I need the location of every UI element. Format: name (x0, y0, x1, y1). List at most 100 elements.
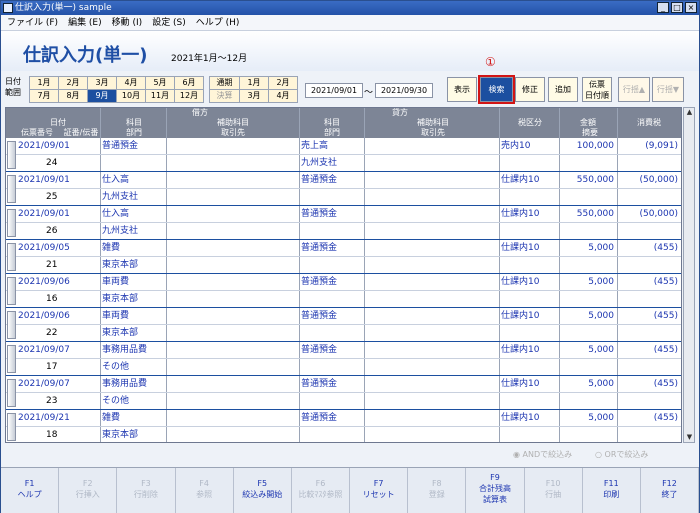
cell-credit-subject: 普通預金 (301, 243, 338, 253)
cell-tax-class: 仕課内10 (501, 175, 540, 185)
table-row[interactable]: 2021/09/06 22 車両費 東京本部 普通預金 仕課内10 5,000 (455) (6, 308, 681, 342)
row-selector[interactable] (7, 175, 16, 203)
quarter-4[interactable]: 4月 (269, 90, 298, 103)
month-3[interactable]: 3月 (88, 77, 117, 90)
cell-date: 2021/09/07 (18, 345, 70, 355)
row-selector[interactable] (7, 311, 16, 339)
scroll-down-icon[interactable]: ▼ (685, 433, 694, 442)
cell-amount: 550,000 (576, 175, 614, 185)
header-debit-aux: 補助科目 (217, 118, 249, 127)
cell-credit-subject: 普通預金 (301, 311, 338, 321)
fkey-f9[interactable]: F9 合計残高 試算表 (466, 468, 525, 513)
month-6[interactable]: 6月 (175, 77, 204, 90)
search-button[interactable]: 検索 (478, 75, 515, 104)
slip-date-order-button[interactable]: 伝票 日付順 (582, 77, 612, 102)
and-filter-radio: ◉ ANDで絞込み (513, 450, 573, 459)
month-8[interactable]: 8月 (59, 90, 88, 103)
month-12[interactable]: 12月 (175, 90, 204, 103)
cell-date: 2021/09/05 (18, 243, 70, 253)
table-header: 借方 貸方 日付 伝票番号 証番/伝番 科目 補助科目 部門 取引先 科目 補助… (6, 108, 681, 138)
menu-settings[interactable]: 設定 (S) (152, 15, 186, 30)
cell-amount: 5,000 (588, 345, 614, 355)
cell-credit-subject: 売上高 (301, 141, 329, 151)
fkey-f2: F2 行挿入 (59, 468, 118, 513)
cell-date: 2021/09/06 (18, 277, 70, 287)
close-icon[interactable]: × (685, 2, 697, 13)
month-1[interactable]: 1月 (30, 77, 59, 90)
cell-credit-subject: 普通預金 (301, 175, 338, 185)
modify-button[interactable]: 修正 (515, 77, 545, 102)
table-row[interactable]: 2021/09/01 25 仕入高 九州支社 普通預金 仕課内10 550,000 (50,0… (6, 172, 681, 206)
cell-debit-subject: 車両費 (102, 277, 130, 287)
table-row[interactable]: 2021/09/07 23 事務用品費 その他 普通預金 仕課内10 5,000 (455) (6, 376, 681, 410)
fkey-f11[interactable]: F11 印刷 (583, 468, 641, 513)
cell-tax-class: 売内10 (501, 141, 531, 151)
cell-date: 2021/09/21 (18, 413, 70, 423)
cell-date: 2021/09/06 (18, 311, 70, 321)
fkey-f5[interactable]: F5 絞込み開始 (234, 468, 292, 513)
table-row[interactable]: 2021/09/01 26 仕入高 九州支社 普通預金 仕課内10 550,000 (50,0… (6, 206, 681, 240)
full-year-button[interactable]: 通期 (210, 77, 240, 90)
cell-amount: 5,000 (588, 413, 614, 423)
fiscal-period: 2021年1月～12月 (171, 54, 248, 64)
month-4[interactable]: 4月 (117, 77, 146, 90)
cell-tax-class: 仕課内10 (501, 277, 540, 287)
cell-date: 2021/09/07 (18, 379, 70, 389)
show-button[interactable]: 表示 (447, 77, 477, 102)
cell-amount: 100,000 (576, 141, 614, 151)
quarter-2[interactable]: 2月 (269, 77, 298, 90)
row-selector[interactable] (7, 141, 16, 169)
row-selector[interactable] (7, 413, 16, 441)
month-5[interactable]: 5月 (146, 77, 175, 90)
row-selector[interactable] (7, 379, 16, 407)
cell-tax: (455) (653, 413, 678, 423)
row-selector[interactable] (7, 345, 16, 373)
table-row[interactable]: 2021/09/21 18 雑費 東京本部 普通預金 仕課内10 5,000 (455) (6, 410, 681, 442)
vertical-scrollbar[interactable]: ▲ ▼ (683, 107, 695, 443)
table-row[interactable]: 2021/09/06 16 車両費 東京本部 普通預金 仕課内10 5,000 (455) (6, 274, 681, 308)
cell-credit-dept: 九州支社 (301, 158, 338, 168)
menu-help[interactable]: ヘルプ (H) (196, 15, 240, 30)
minimize-icon[interactable]: _ (657, 2, 669, 13)
menu-bar: ファイル (F) 編集 (E) 移動 (I) 設定 (S) ヘルプ (H) (1, 15, 699, 31)
table-row[interactable]: 2021/09/01 24 普通預金 売上高 九州支社 売内10 100,000 (9,091… (6, 138, 681, 172)
period-selector: 通期 決算 (209, 76, 240, 103)
header-tax: 消費税 (637, 118, 661, 127)
month-9-selected[interactable]: 9月 (88, 90, 117, 103)
cell-slip-no: 17 (46, 362, 58, 372)
cell-slip-no: 24 (46, 158, 58, 168)
table-row[interactable]: 2021/09/05 21 雑費 東京本部 普通預金 仕課内10 5,000 (455) (6, 240, 681, 274)
fkey-f7[interactable]: F7 リセット (350, 468, 409, 513)
menu-file[interactable]: ファイル (F) (7, 15, 58, 30)
fkey-f8: F8 登録 (408, 468, 467, 513)
row-selector[interactable] (7, 277, 16, 305)
menu-move[interactable]: 移動 (I) (112, 15, 143, 30)
month-11[interactable]: 11月 (146, 90, 175, 103)
cell-tax-class: 仕課内10 (501, 379, 540, 389)
header-summary: 摘要 (582, 128, 598, 137)
menu-edit[interactable]: 編集 (E) (68, 15, 102, 30)
header-credit-dept: 部門 (324, 128, 340, 137)
month-10[interactable]: 10月 (117, 90, 146, 103)
row-selector[interactable] (7, 243, 16, 271)
cell-slip-no: 18 (46, 430, 58, 440)
fkey-f12[interactable]: F12 終了 (641, 468, 700, 513)
cell-debit-subject: 仕入高 (102, 175, 130, 185)
cell-tax: (455) (653, 345, 678, 355)
cell-tax: (455) (653, 277, 678, 287)
row-selector[interactable] (7, 209, 16, 237)
month-2[interactable]: 2月 (59, 77, 88, 90)
quarter-3[interactable]: 3月 (240, 90, 269, 103)
cell-credit-subject: 普通預金 (301, 277, 338, 287)
cell-tax-class: 仕課内10 (501, 209, 540, 219)
header-credit-aux: 補助科目 (417, 118, 449, 127)
quarter-1[interactable]: 1月 (240, 77, 269, 90)
date-to-input[interactable]: 2021/09/30 (375, 83, 433, 98)
scroll-up-icon[interactable]: ▲ (685, 108, 694, 117)
fkey-f1[interactable]: F1 ヘルプ (1, 468, 60, 513)
month-7[interactable]: 7月 (30, 90, 59, 103)
add-button[interactable]: 追加 (548, 77, 578, 102)
date-from-input[interactable]: 2021/09/01 (305, 83, 363, 98)
table-row[interactable]: 2021/09/07 17 事務用品費 その他 普通預金 仕課内10 5,000 (455) (6, 342, 681, 376)
maximize-icon[interactable]: □ (671, 2, 683, 13)
